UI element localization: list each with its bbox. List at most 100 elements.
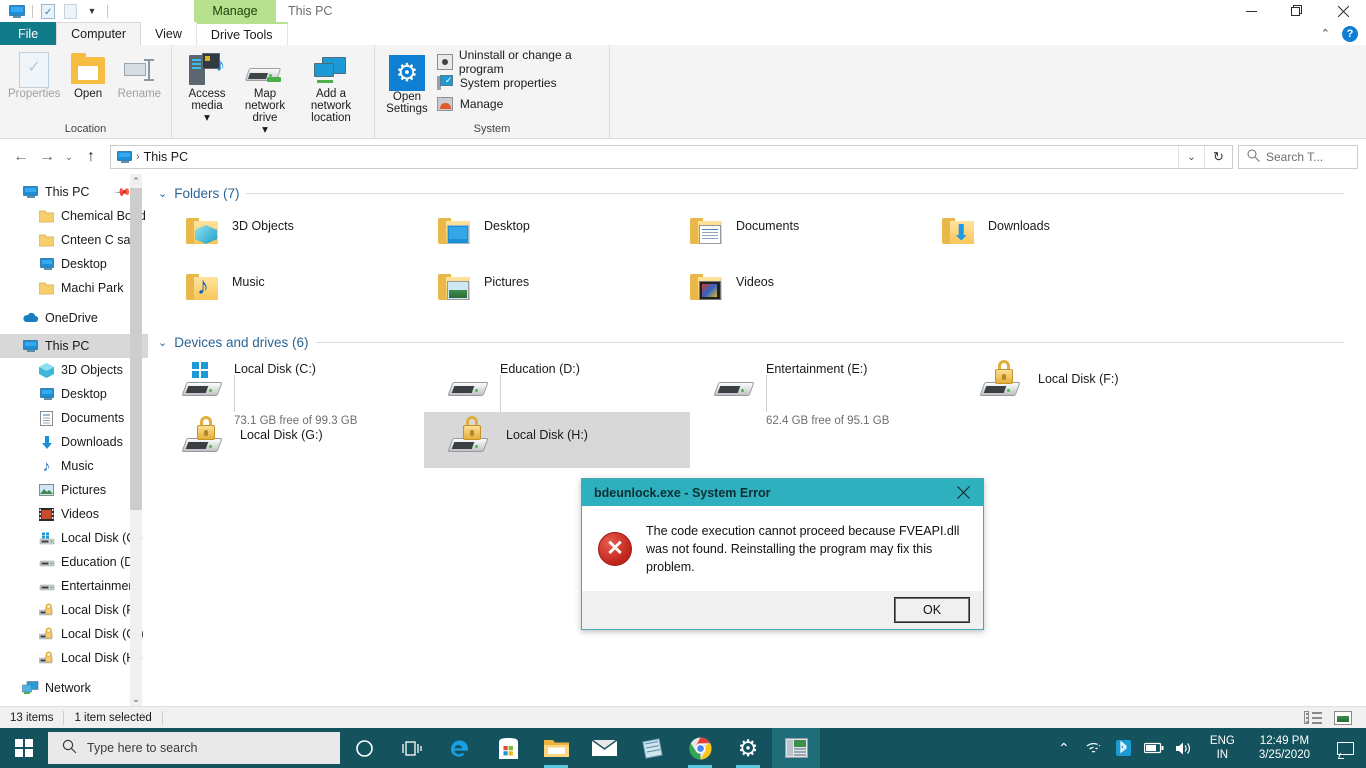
folder-tile-downloads[interactable]: Downloads xyxy=(914,208,1166,264)
properties-icon[interactable]: ✓ xyxy=(37,1,59,21)
sidebar-item-entertainment-e[interactable]: Entertainment xyxy=(0,574,148,598)
map-network-drive-button[interactable]: Map network drive ▾ xyxy=(236,49,294,139)
customize-dropdown-icon[interactable]: ▼ xyxy=(81,1,103,21)
tab-computer[interactable]: Computer xyxy=(56,22,142,45)
back-arrow-icon[interactable]: ← xyxy=(8,144,34,170)
scroll-down-icon[interactable]: ⌄ xyxy=(130,692,142,706)
group-header-drives[interactable]: ⌄ Devices and drives (6) xyxy=(158,320,1366,350)
folder-tile-3d-objects[interactable]: 3D Objects xyxy=(158,208,410,264)
minimize-button[interactable] xyxy=(1228,0,1274,22)
group-header-folders[interactable]: ⌄ Folders (7) xyxy=(158,174,1366,202)
forward-arrow-icon[interactable]: → xyxy=(34,144,60,170)
clock[interactable]: 12:49 PM 3/25/2020 xyxy=(1251,734,1318,762)
refresh-icon[interactable]: ↻ xyxy=(1204,146,1232,168)
sidebar-item-3d-objects[interactable]: 3D Objects xyxy=(0,358,148,382)
wifi-icon[interactable] xyxy=(1084,728,1104,768)
sidebar-item-documents[interactable]: Documents xyxy=(0,406,148,430)
tab-drive-tools[interactable]: Drive Tools xyxy=(196,22,288,45)
ribbon-group-system: ⚙ Open Settings Uninstall or change a pr… xyxy=(375,45,610,139)
new-folder-icon[interactable] xyxy=(59,1,81,21)
sidebar-item-quick-this-pc[interactable]: This PC 📌 xyxy=(0,180,148,204)
mail-icon[interactable] xyxy=(580,728,628,768)
volume-icon[interactable] xyxy=(1174,728,1194,768)
open-button[interactable]: Open xyxy=(62,49,113,103)
folder-tile-music[interactable]: Music xyxy=(158,264,410,320)
chrome-icon[interactable] xyxy=(676,728,724,768)
sidebar-item-pictures[interactable]: Pictures xyxy=(0,478,148,502)
scrollbar-thumb[interactable] xyxy=(130,188,142,510)
large-icons-view-icon[interactable] xyxy=(1330,708,1356,728)
properties-button[interactable]: Properties xyxy=(6,49,62,103)
sidebar-item-desktop[interactable]: Desktop xyxy=(0,382,148,406)
breadcrumb[interactable]: › This PC xyxy=(111,150,1178,164)
chevron-down-icon[interactable]: ⌄ xyxy=(158,187,167,200)
sidebar-item-local-disk-h[interactable]: Local Disk (H:) xyxy=(0,646,148,670)
folder-tile-documents[interactable]: Documents xyxy=(662,208,914,264)
scroll-up-icon[interactable]: ⌃ xyxy=(130,174,142,188)
help-icon[interactable]: ? xyxy=(1342,25,1358,42)
windows-start-icon[interactable] xyxy=(0,728,48,768)
drive-tile-education-d[interactable]: Education (D:) 107 GB free of 199 GB xyxy=(424,356,690,427)
tab-file[interactable]: File xyxy=(0,22,57,45)
maximize-button[interactable] xyxy=(1274,0,1320,22)
sidebar-scrollbar[interactable]: ⌃ ⌄ xyxy=(130,174,142,706)
tab-view[interactable]: View xyxy=(141,22,197,45)
sidebar-item-network[interactable]: Network xyxy=(0,676,148,700)
this-pc-icon[interactable] xyxy=(6,1,28,21)
settings-gear-icon[interactable]: ⚙ xyxy=(724,728,772,768)
sidebar-item-downloads[interactable]: Downloads xyxy=(0,430,148,454)
battery-icon[interactable] xyxy=(1143,728,1164,768)
sidebar-item-music[interactable]: ♪ Music xyxy=(0,454,148,478)
chevron-up-icon[interactable]: ⌃ xyxy=(1054,728,1074,768)
access-media-button[interactable]: ♪ Access media ▾ xyxy=(178,49,236,127)
sidebar-item-local-disk-g[interactable]: Local Disk (G:) xyxy=(0,622,148,646)
sidebar-item-education-d[interactable]: Education (D:) xyxy=(0,550,148,574)
ok-button[interactable]: OK xyxy=(894,597,970,623)
explorer-window-icon[interactable] xyxy=(772,728,820,768)
system-properties-button[interactable]: ✓ System properties xyxy=(433,72,603,93)
close-icon[interactable] xyxy=(943,479,983,506)
taskbar-search-input[interactable]: Type here to search xyxy=(48,732,340,764)
action-center-icon[interactable] xyxy=(1328,728,1362,768)
drive-tile-local-disk-c[interactable]: Local Disk (C:) 73.1 GB free of 99.3 GB xyxy=(158,356,424,427)
chevron-down-icon[interactable]: ⌄ xyxy=(1178,146,1204,168)
add-network-location-button[interactable]: Add a network location xyxy=(294,49,368,127)
up-arrow-icon[interactable]: ↑ xyxy=(78,144,104,170)
chevron-up-icon[interactable]: ⌃ xyxy=(1321,27,1330,40)
address-bar[interactable]: › This PC ⌄ ↻ xyxy=(110,145,1233,169)
sidebar-item-this-pc[interactable]: This PC xyxy=(0,334,148,358)
bluetooth-icon[interactable] xyxy=(1114,728,1134,768)
sticky-notes-icon[interactable] xyxy=(628,728,676,768)
drive-tile-local-disk-f[interactable]: Local Disk (F:) xyxy=(956,356,1222,412)
sidebar-item-chemical-bond[interactable]: Chemical Bond xyxy=(0,204,148,228)
details-view-icon[interactable] xyxy=(1300,708,1326,728)
uninstall-program-button[interactable]: Uninstall or change a program xyxy=(433,48,603,76)
drive-tile-local-disk-h[interactable]: Local Disk (H:) xyxy=(424,412,690,468)
drive-tile-entertainment-e[interactable]: Entertainment (E:) 62.4 GB free of 95.1 … xyxy=(690,356,956,427)
sidebar-item-machi-park[interactable]: Machi Park xyxy=(0,276,148,300)
task-view-icon[interactable] xyxy=(388,728,436,768)
sidebar-item-local-disk-c[interactable]: Local Disk (C:) xyxy=(0,526,148,550)
open-settings-button[interactable]: ⚙ Open Settings xyxy=(381,49,433,118)
sidebar-item-videos[interactable]: Videos xyxy=(0,502,148,526)
manage-button[interactable]: Manage xyxy=(433,93,603,114)
sidebar-item-onedrive[interactable]: OneDrive xyxy=(0,306,148,330)
edge-icon[interactable] xyxy=(436,728,484,768)
folder-tile-pictures[interactable]: Pictures xyxy=(410,264,662,320)
folder-tile-desktop[interactable]: Desktop xyxy=(410,208,662,264)
sidebar-item-local-disk-f[interactable]: Local Disk (F:) xyxy=(0,598,148,622)
folder-tile-videos[interactable]: Videos xyxy=(662,264,914,320)
drive-tile-local-disk-g[interactable]: Local Disk (G:) xyxy=(158,412,424,468)
recent-locations-icon[interactable]: ⌄ xyxy=(60,144,78,170)
microsoft-store-icon[interactable] xyxy=(484,728,532,768)
contextual-tab-manage[interactable]: Manage xyxy=(194,0,276,22)
sidebar-item-cnteen-c-safe[interactable]: Cnteen C safe xyxy=(0,228,148,252)
cortana-icon[interactable] xyxy=(340,728,388,768)
search-box[interactable]: Search T... xyxy=(1238,145,1358,169)
rename-button[interactable]: Rename xyxy=(114,49,165,103)
chevron-down-icon[interactable]: ⌄ xyxy=(158,336,167,349)
file-explorer-icon[interactable] xyxy=(532,728,580,768)
close-button[interactable] xyxy=(1320,0,1366,22)
language-indicator[interactable]: ENG IN xyxy=(1204,734,1241,762)
sidebar-item-desktop-quick[interactable]: Desktop xyxy=(0,252,148,276)
